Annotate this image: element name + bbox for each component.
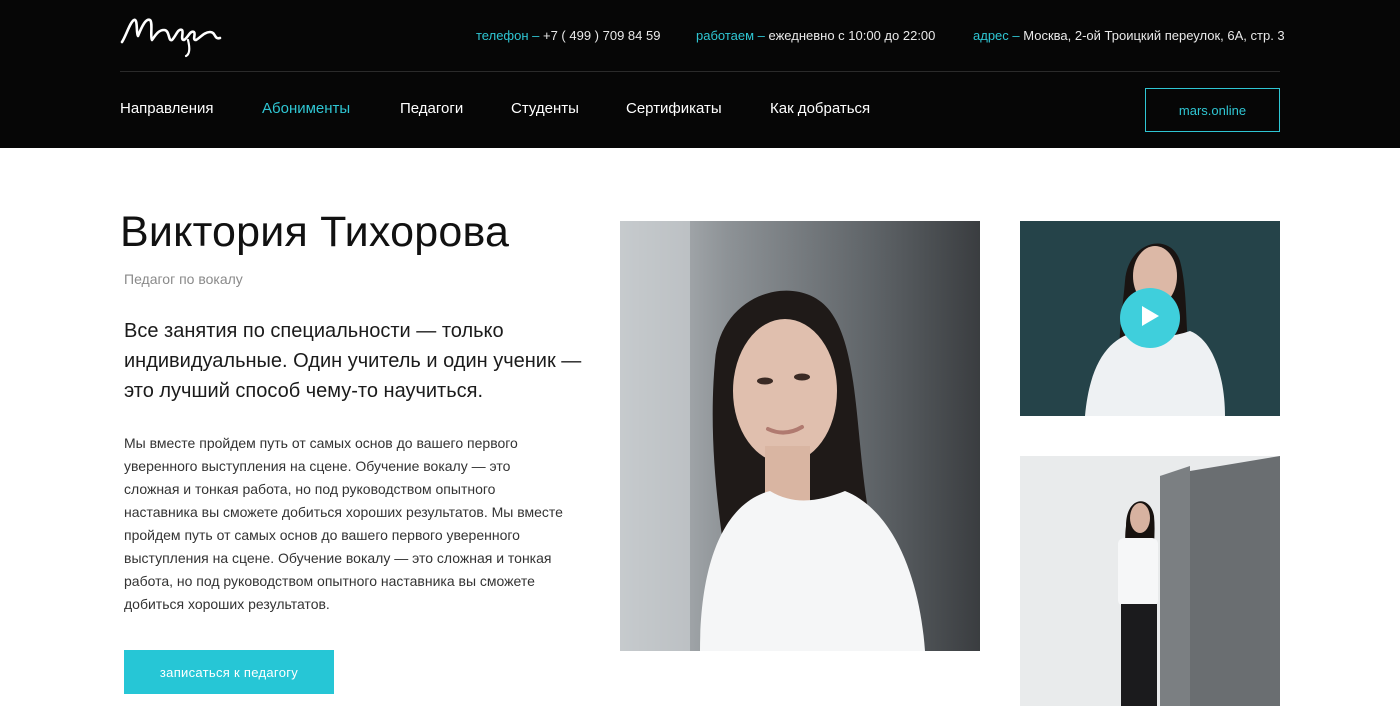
contact-hours-value: ежедневно с 10:00 до 22:00 bbox=[768, 28, 936, 43]
teacher-lead-text: Все занятия по специальности — только ин… bbox=[124, 320, 582, 402]
contact-address-value: Москва, 2-ой Троицкий переулок, 6А, стр.… bbox=[1023, 28, 1285, 43]
nav-subscriptions[interactable]: Абонименты bbox=[262, 100, 350, 117]
header-divider bbox=[120, 71, 1280, 72]
nav-directions[interactable]: Направления bbox=[120, 100, 214, 117]
mars-logo[interactable] bbox=[120, 12, 230, 60]
nav-students[interactable]: Студенты bbox=[511, 100, 579, 117]
contact-address-label: адрес – bbox=[973, 28, 1020, 43]
play-icon bbox=[1139, 304, 1161, 333]
contact-phone: телефон – +7 ( 499 ) 709 84 59 bbox=[476, 28, 660, 43]
nav-directions-map[interactable]: Как добраться bbox=[770, 100, 870, 117]
teacher-portrait-photo bbox=[620, 221, 980, 651]
contact-hours-label: работаем – bbox=[696, 28, 765, 43]
mars-online-button[interactable]: mars.online bbox=[1145, 88, 1280, 132]
teacher-name: Виктория Тихорова bbox=[120, 208, 510, 256]
nav-teachers[interactable]: Педагоги bbox=[400, 100, 463, 117]
teacher-role: Педагог по вокалу bbox=[124, 271, 243, 287]
book-teacher-button[interactable]: записаться к педагогу bbox=[124, 650, 334, 694]
teacher-fullbody-photo bbox=[1020, 456, 1280, 706]
contact-hours: работаем – ежедневно с 10:00 до 22:00 bbox=[696, 28, 935, 43]
site-header: телефон – +7 ( 499 ) 709 84 59 работаем … bbox=[0, 0, 1400, 148]
contact-address: адрес – Москва, 2-ой Троицкий переулок, … bbox=[973, 28, 1285, 43]
teacher-description: Мы вместе пройдем путь от самых основ до… bbox=[124, 435, 563, 612]
contact-phone-value[interactable]: +7 ( 499 ) 709 84 59 bbox=[543, 28, 660, 43]
play-video-button[interactable] bbox=[1120, 288, 1180, 348]
nav-certificates[interactable]: Сертификаты bbox=[626, 100, 722, 117]
contact-phone-label: телефон – bbox=[476, 28, 540, 43]
